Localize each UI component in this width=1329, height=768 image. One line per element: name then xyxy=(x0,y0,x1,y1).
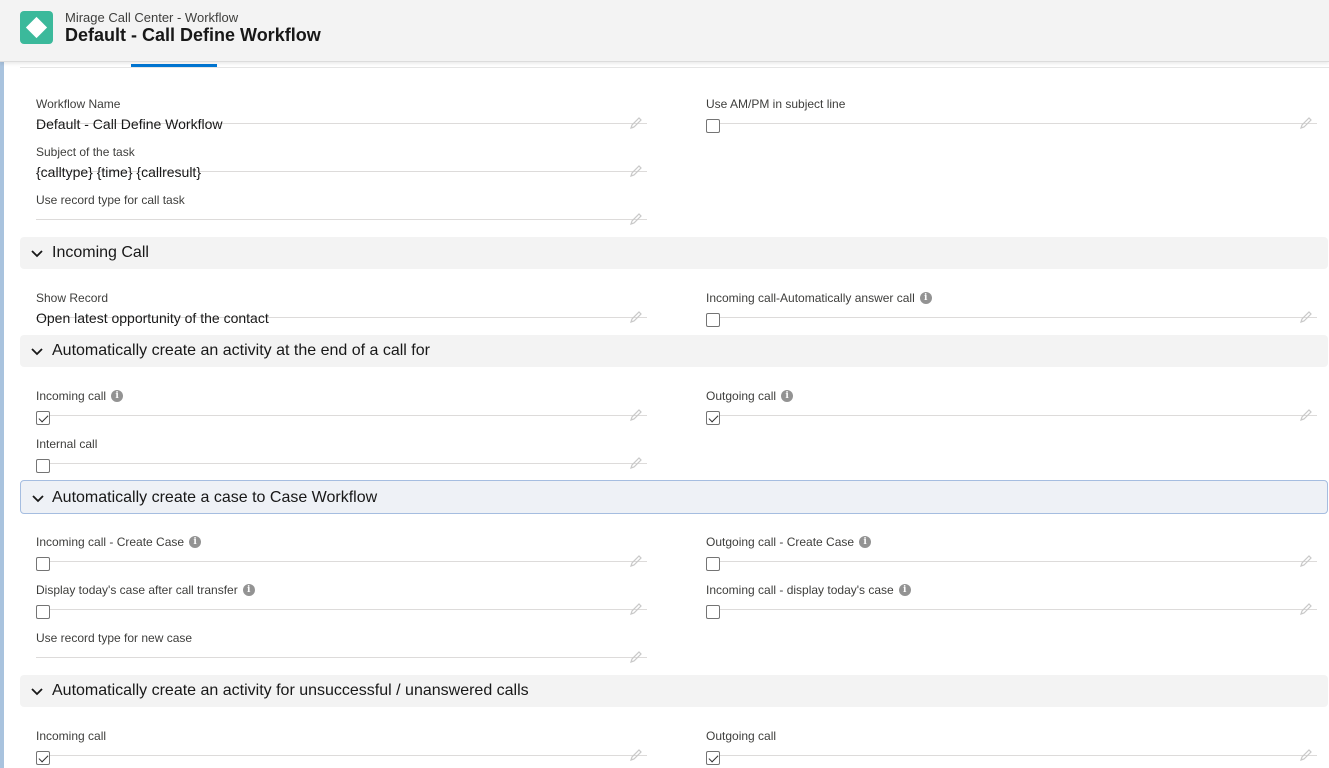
checkmark-icon xyxy=(708,412,719,423)
tab-bar-divider xyxy=(20,67,1329,68)
section-title: Automatically create an activity at the … xyxy=(52,342,430,359)
chevron-down-icon xyxy=(32,495,44,503)
use-ampm-checkbox[interactable] xyxy=(706,119,720,133)
activity-internal-field: Internal call xyxy=(36,415,647,473)
section-case-workflow[interactable]: Automatically create a case to Case Work… xyxy=(20,480,1328,514)
show-record-field: Show Record Open latest opportunity of t… xyxy=(36,269,647,326)
record-type-case-label: Use record type for new case xyxy=(36,631,193,645)
display-after-transfer-field: Display today's case after call transfer… xyxy=(36,561,647,619)
subject-label: Subject of the task xyxy=(36,145,135,159)
outgoing-create-case-label: Outgoing call - Create Case i xyxy=(706,535,872,549)
use-ampm-field: Use AM/PM in subject line xyxy=(706,75,1317,133)
record-type-task-label: Use record type for call task xyxy=(36,193,185,207)
breadcrumb: Mirage Call Center - Workflow xyxy=(65,10,239,25)
pencil-icon[interactable] xyxy=(1299,116,1313,130)
activity-outgoing-checkbox[interactable] xyxy=(706,411,720,425)
incoming-create-case-label: Incoming call - Create Case i xyxy=(36,535,202,549)
subject-field: Subject of the task {calltype} {time} {c… xyxy=(36,123,647,180)
show-record-label: Show Record xyxy=(36,291,109,305)
info-icon[interactable]: i xyxy=(898,583,911,596)
info-icon[interactable]: i xyxy=(859,535,872,548)
activity-outgoing-label: Outgoing call i xyxy=(706,389,794,403)
chevron-down-icon xyxy=(31,688,43,696)
activity-internal-checkbox[interactable] xyxy=(36,459,50,473)
info-icon[interactable]: i xyxy=(781,389,794,402)
incoming-create-case-field: Incoming call - Create Case i xyxy=(36,513,647,571)
page-header: Mirage Call Center - Workflow Default - … xyxy=(0,0,1329,62)
unsuccessful-incoming-checkbox[interactable] xyxy=(36,751,50,765)
chevron-down-icon xyxy=(31,250,43,258)
use-ampm-label: Use AM/PM in subject line xyxy=(706,97,846,111)
workflow-name-field: Workflow Name Default - Call Define Work… xyxy=(36,75,647,132)
section-activity-end-of-call[interactable]: Automatically create an activity at the … xyxy=(20,335,1328,367)
workflow-app-icon xyxy=(20,11,53,44)
activity-incoming-label: Incoming call i xyxy=(36,389,124,403)
unsuccessful-incoming-field: Incoming call xyxy=(36,707,647,765)
info-icon[interactable]: i xyxy=(111,389,124,402)
auto-answer-checkbox[interactable] xyxy=(706,313,720,327)
pencil-icon[interactable] xyxy=(1299,408,1313,422)
activity-outgoing-field: Outgoing call i xyxy=(706,367,1317,425)
pencil-icon[interactable] xyxy=(629,748,643,762)
incoming-display-case-field: Incoming call - display today's case i xyxy=(706,561,1317,619)
record-type-case-field: Use record type for new case xyxy=(36,609,647,663)
info-icon[interactable]: i xyxy=(919,291,932,304)
section-unsuccessful-calls[interactable]: Automatically create an activity for uns… xyxy=(20,675,1328,707)
info-icon[interactable]: i xyxy=(189,535,202,548)
checkmark-icon xyxy=(38,752,49,763)
pencil-icon[interactable] xyxy=(1299,748,1313,762)
unsuccessful-outgoing-label: Outgoing call xyxy=(706,729,777,743)
page-title: Default - Call Define Workflow xyxy=(65,25,321,45)
auto-answer-label: Incoming call-Automatically answer call i xyxy=(706,291,932,305)
pencil-icon[interactable] xyxy=(629,456,643,470)
pencil-icon[interactable] xyxy=(629,650,643,664)
unsuccessful-outgoing-checkbox[interactable] xyxy=(706,751,720,765)
incoming-display-case-label: Incoming call - display today's case i xyxy=(706,583,911,597)
workflow-name-label: Workflow Name xyxy=(36,97,121,111)
pencil-icon[interactable] xyxy=(629,310,643,324)
section-incoming-call[interactable]: Incoming Call xyxy=(20,237,1328,269)
chevron-down-icon xyxy=(31,348,43,356)
auto-answer-field: Incoming call-Automatically answer call i xyxy=(706,269,1317,327)
unsuccessful-outgoing-field: Outgoing call xyxy=(706,707,1317,765)
display-after-transfer-label: Display today's case after call transfer… xyxy=(36,583,255,597)
pencil-icon[interactable] xyxy=(629,212,643,226)
activity-incoming-field: Incoming call i xyxy=(36,367,647,425)
incoming-display-case-checkbox[interactable] xyxy=(706,605,720,619)
active-tab-indicator[interactable] xyxy=(131,64,217,67)
outgoing-create-case-field: Outgoing call - Create Case i xyxy=(706,513,1317,571)
record-type-task-field: Use record type for call task xyxy=(36,171,647,225)
show-record-value: Open latest opportunity of the contact xyxy=(36,310,269,326)
left-edge-strip xyxy=(0,0,4,768)
info-icon[interactable]: i xyxy=(242,583,255,596)
section-title: Automatically create an activity for uns… xyxy=(52,682,529,699)
section-title: Automatically create a case to Case Work… xyxy=(52,489,378,506)
activity-internal-label: Internal call xyxy=(36,437,98,451)
pencil-icon[interactable] xyxy=(1299,602,1313,616)
pencil-icon[interactable] xyxy=(1299,310,1313,324)
checkmark-icon xyxy=(708,752,719,763)
section-title: Incoming Call xyxy=(52,244,149,261)
unsuccessful-incoming-label: Incoming call xyxy=(36,729,107,743)
